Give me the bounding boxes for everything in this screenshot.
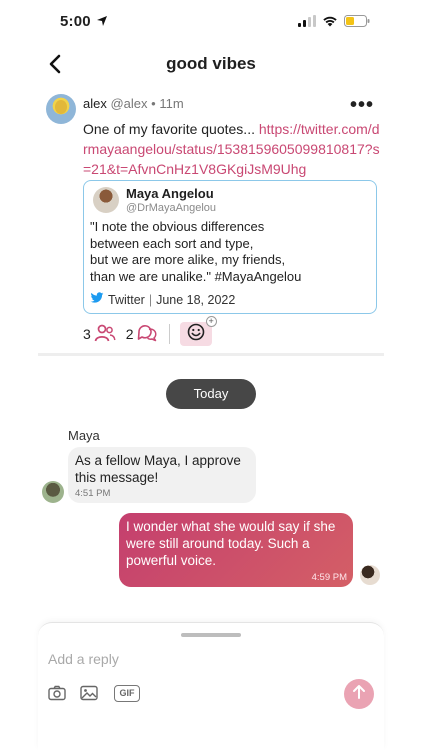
outgoing-message-bubble[interactable]: I wonder what she would say if she were … <box>119 513 353 587</box>
plus-icon: + <box>205 316 217 327</box>
image-icon[interactable] <box>80 685 98 706</box>
post-author[interactable]: alex <box>83 96 107 111</box>
tweet-avatar <box>93 187 119 213</box>
message-text: I wonder what she would say if she were … <box>126 519 336 568</box>
tweet-line: "I note the obvious differences <box>90 219 265 234</box>
tweet-line: but we are more alike, my friends, <box>90 252 286 267</box>
meta-separator: • <box>151 96 156 111</box>
post-text: One of my favorite quotes... <box>83 121 255 137</box>
avatar[interactable] <box>46 94 76 124</box>
page-title: good vibes <box>166 54 256 73</box>
comments-count: 2 <box>125 326 134 342</box>
gif-button[interactable]: GIF <box>114 685 140 702</box>
avatar[interactable] <box>42 481 64 503</box>
drag-handle[interactable] <box>181 633 241 637</box>
tweet-author-handle: @DrMayaAngelou <box>126 202 217 214</box>
message-text: As a fellow Maya, I approve this message… <box>75 453 241 485</box>
status-time: 5:00 <box>60 13 91 30</box>
chat-bubbles-icon <box>137 324 157 345</box>
tweet-footer: Twitter | June 18, 2022 <box>90 292 235 307</box>
cellular-signal-icon <box>298 14 316 32</box>
battery-icon <box>344 14 370 32</box>
nav-bar: good vibes <box>0 44 422 84</box>
message-sender-name: Maya <box>68 428 100 443</box>
tweet-line: than we are unalike." #MayaAngelou <box>90 268 302 284</box>
post-handle: @alex <box>110 96 148 111</box>
embedded-tweet[interactable]: Maya Angelou @DrMayaAngelou "I note the … <box>83 180 377 314</box>
message-time: 4:59 PM <box>311 572 347 583</box>
post-actions: 3 2 + <box>83 316 217 347</box>
post-body: One of my favorite quotes... https://twi… <box>83 119 383 179</box>
reply-composer: GIF <box>38 622 384 750</box>
add-reaction-button[interactable]: + <box>179 316 217 346</box>
post-meta: alex @alex • 11m <box>83 96 184 111</box>
tweet-text: "I note the obvious differences between … <box>90 219 370 285</box>
camera-icon[interactable] <box>48 685 66 706</box>
tweet-line: between each sort and type, <box>90 235 254 251</box>
location-arrow-icon <box>96 14 108 32</box>
post-age: 11m <box>159 96 184 111</box>
send-button[interactable] <box>344 679 374 709</box>
status-bar: 5:00 <box>0 0 422 44</box>
twitter-bird-icon <box>90 292 104 307</box>
people-icon <box>94 324 116 345</box>
date-divider: Today <box>166 379 256 409</box>
more-options-icon[interactable]: ••• <box>350 94 374 117</box>
smiley-icon <box>187 323 205 346</box>
tweet-date: June 18, 2022 <box>156 292 236 307</box>
participants-count: 3 <box>83 326 91 342</box>
tweet-source: Twitter <box>108 292 145 307</box>
arrow-up-icon <box>351 684 367 705</box>
comments-button[interactable]: 2 <box>126 324 157 345</box>
tweet-author-name: Maya Angelou <box>126 186 214 201</box>
actions-divider <box>168 324 170 344</box>
reply-input[interactable] <box>48 647 348 671</box>
message-time: 4:51 PM <box>75 488 111 499</box>
participants-button[interactable]: 3 <box>83 324 116 345</box>
status-indicators <box>298 14 370 32</box>
avatar[interactable] <box>360 565 380 585</box>
post-card: alex @alex • 11m ••• One of my favorite … <box>38 88 384 356</box>
wifi-icon <box>322 14 338 32</box>
tweet-footer-separator: | <box>148 292 153 307</box>
incoming-message-bubble[interactable]: As a fellow Maya, I approve this message… <box>68 447 256 503</box>
